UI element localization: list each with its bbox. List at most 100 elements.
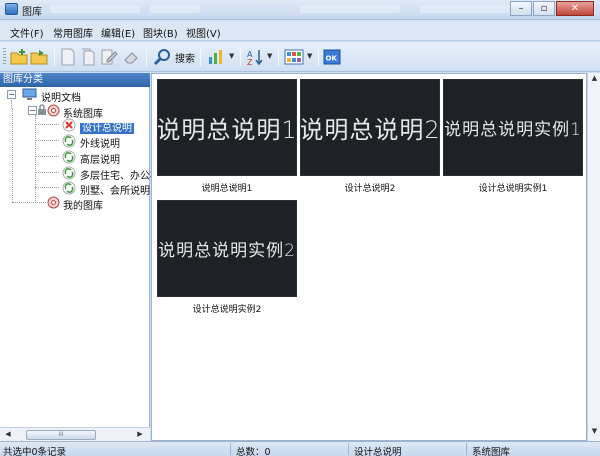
status-library: 系统图库 bbox=[472, 447, 511, 456]
thumbnail-grid: 说明总说明1 说明总说明1 说明总说明2 设计总说明2 说明总说明实例1 设计总… bbox=[151, 73, 587, 441]
maximize-button[interactable]: ▫ bbox=[533, 1, 555, 16]
scroll-left-arrow-icon[interactable]: ◀ bbox=[2, 430, 14, 440]
tree-line bbox=[35, 124, 59, 125]
tree-item-label: 多层住宅、办公楼 bbox=[80, 171, 160, 182]
toolbar-separator bbox=[146, 48, 147, 66]
window-title: 图库 bbox=[22, 7, 42, 18]
thumbnail-art-text: 说明总说明1 bbox=[157, 116, 297, 144]
tree-item-my-library[interactable]: 我的图库 bbox=[63, 197, 103, 212]
minimize-button[interactable]: – bbox=[510, 1, 532, 16]
tree-line bbox=[11, 100, 12, 108]
close-button[interactable]: ✕ bbox=[556, 1, 594, 16]
scroll-up-arrow-icon[interactable]: ▲ bbox=[589, 74, 600, 86]
lock-icon bbox=[38, 104, 46, 115]
eraser-icon[interactable] bbox=[122, 48, 140, 66]
green-recycle-icon bbox=[62, 150, 76, 164]
green-recycle-icon bbox=[62, 134, 76, 148]
tree-horizontal-scrollbar[interactable]: ◀ III ▶ bbox=[0, 427, 150, 441]
thumbnail-art-text: 说明总说明2 bbox=[300, 116, 440, 144]
blurred-title-area bbox=[50, 5, 140, 13]
thumbnail-item[interactable]: 说明总说明实例1 设计总说明实例1 bbox=[443, 79, 583, 194]
blurred-title-area bbox=[420, 5, 520, 13]
category-panel-header: 图库分类 bbox=[0, 73, 150, 87]
collapse-toggle[interactable]: − bbox=[7, 90, 16, 99]
ok-label: OK bbox=[326, 55, 338, 63]
tree-item-label: 设计总说明 bbox=[80, 123, 134, 134]
tree-line bbox=[35, 115, 36, 203]
new-folder-icon[interactable] bbox=[10, 48, 28, 66]
status-category: 设计总说明 bbox=[354, 447, 402, 456]
tree-item-exterior-notes[interactable]: 外线说明 bbox=[80, 135, 120, 150]
search-button[interactable]: 搜索 bbox=[175, 50, 195, 65]
tree-item-root[interactable]: 说明文档 bbox=[41, 89, 81, 104]
thumbnail-art-text: 说明总说明实例2 bbox=[158, 241, 296, 261]
menu-edit[interactable]: 编辑(E) bbox=[101, 25, 135, 40]
thumbnail-caption: 说明总说明1 bbox=[201, 184, 253, 194]
menu-block[interactable]: 图块(B) bbox=[143, 25, 178, 40]
green-recycle-icon bbox=[62, 166, 76, 180]
sort-icon[interactable]: A Z bbox=[246, 48, 264, 66]
tree-item-design-overview[interactable]: 设计总说明 bbox=[80, 119, 134, 134]
tree-line bbox=[12, 108, 13, 202]
thumbnail-image: 说明总说明实例1 bbox=[443, 79, 583, 176]
category-tree: − 说明文档 − 系统图库 设计总说明 外线说明 高层说明 多层住宅、办公楼 别… bbox=[0, 87, 160, 427]
scroll-right-arrow-icon[interactable]: ▶ bbox=[134, 430, 146, 440]
status-divider bbox=[348, 443, 349, 455]
thumbnail-caption: 设计总说明实例2 bbox=[192, 305, 262, 315]
tree-item-villa-notes[interactable]: 别墅、会所说明 bbox=[80, 182, 150, 197]
toolbar-separator bbox=[240, 48, 241, 66]
title-bar: 图库 – ▫ ✕ bbox=[0, 0, 600, 20]
content-vertical-scrollbar[interactable]: ▲ ▼ bbox=[587, 73, 600, 441]
thumbnail-image: 说明总说明2 bbox=[300, 79, 440, 176]
red-cross-icon bbox=[62, 118, 76, 132]
scroll-down-arrow-icon[interactable]: ▼ bbox=[589, 427, 600, 439]
scrollbar-thumb[interactable]: III bbox=[26, 430, 96, 440]
green-recycle-icon bbox=[62, 181, 76, 195]
toolbar-separator bbox=[278, 48, 279, 66]
menu-file[interactable]: 文件(F) bbox=[10, 25, 44, 40]
tree-item-label: 高层说明 bbox=[80, 155, 120, 166]
library-disc-icon bbox=[47, 104, 60, 117]
toolbar-separator bbox=[200, 48, 201, 66]
tree-item-multistory-notes[interactable]: 多层住宅、办公楼 bbox=[80, 167, 160, 182]
chevron-down-icon[interactable]: ▼ bbox=[267, 52, 272, 60]
computer-icon bbox=[22, 88, 37, 100]
thumbnail-item[interactable]: 说明总说明实例2 设计总说明实例2 bbox=[157, 200, 297, 315]
app-icon bbox=[5, 3, 18, 15]
ok-button[interactable]: OK bbox=[323, 48, 341, 66]
thumbnail-caption: 设计总说明2 bbox=[344, 184, 396, 194]
open-folder-icon[interactable] bbox=[30, 48, 48, 66]
tree-item-label: 说明文档 bbox=[41, 93, 81, 104]
thumbnail-caption: 设计总说明实例1 bbox=[478, 184, 548, 194]
window-controls: – ▫ ✕ bbox=[510, 1, 594, 16]
toolbar-separator bbox=[318, 48, 319, 66]
edit-icon[interactable] bbox=[100, 48, 118, 66]
tree-line bbox=[35, 140, 59, 141]
toolbar: 搜索 ▼ A Z ▼ ▼ OK bbox=[0, 42, 600, 72]
tree-line bbox=[35, 172, 59, 173]
collapse-toggle[interactable]: − bbox=[28, 106, 37, 115]
view-mode-icon[interactable] bbox=[284, 48, 304, 66]
search-icon[interactable] bbox=[153, 48, 173, 66]
thumbnail-item[interactable]: 说明总说明1 说明总说明1 bbox=[157, 79, 297, 194]
menu-bar: 文件(F) 常用图库 编辑(E) 图块(B) 视图(V) bbox=[0, 21, 600, 41]
tree-item-label: 别墅、会所说明 bbox=[80, 186, 150, 197]
blurred-title-area bbox=[150, 5, 200, 13]
document-icon[interactable] bbox=[60, 48, 76, 66]
status-divider bbox=[230, 443, 231, 455]
bar-chart-icon[interactable] bbox=[207, 48, 225, 66]
tree-item-highrise-notes[interactable]: 高层说明 bbox=[80, 151, 120, 166]
toolbar-grip[interactable] bbox=[3, 48, 6, 66]
tree-line bbox=[35, 156, 59, 157]
chevron-down-icon[interactable]: ▼ bbox=[229, 52, 234, 60]
menu-view[interactable]: 视图(V) bbox=[186, 25, 221, 40]
thumbnail-image: 说明总说明1 bbox=[157, 79, 297, 176]
thumbnail-image: 说明总说明实例2 bbox=[157, 200, 297, 297]
chevron-down-icon[interactable]: ▼ bbox=[307, 52, 312, 60]
copy-icon[interactable] bbox=[80, 48, 96, 66]
thumbnail-item[interactable]: 说明总说明2 设计总说明2 bbox=[300, 79, 440, 194]
tree-item-label: 外线说明 bbox=[80, 139, 120, 150]
tree-line bbox=[12, 202, 46, 203]
menu-common-library[interactable]: 常用图库 bbox=[53, 25, 93, 40]
status-bar: 共选中0条记录 总数：0 设计总说明 系统图库 bbox=[0, 441, 600, 456]
